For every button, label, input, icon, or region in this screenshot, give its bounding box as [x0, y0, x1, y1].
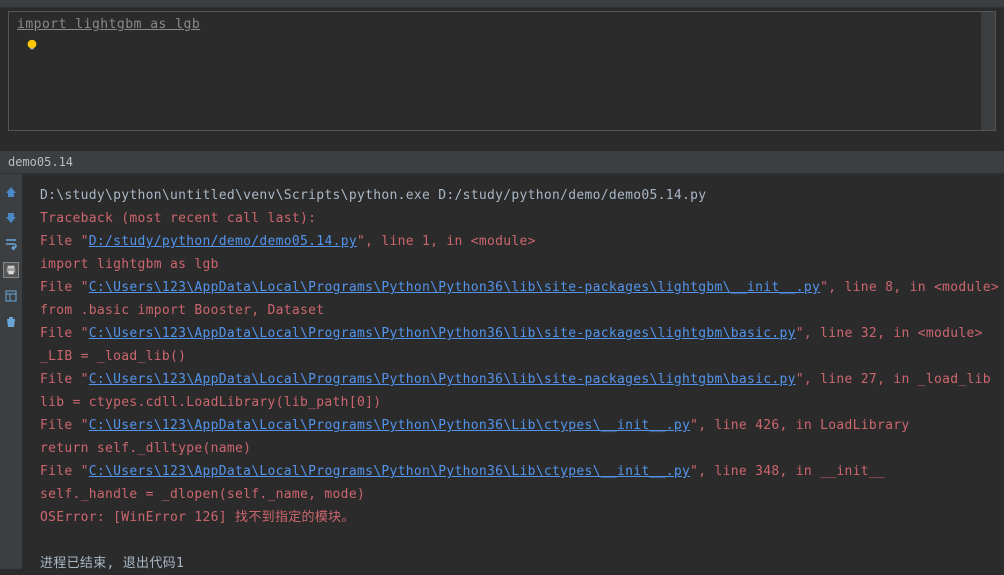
- console-output[interactable]: D:\study\python\untitled\venv\Scripts\py…: [22, 174, 1004, 569]
- traceback-code: from .basic import Booster, Dataset: [40, 299, 986, 322]
- code-editor[interactable]: import lightgbm as lgb: [8, 11, 996, 131]
- print-icon[interactable]: [3, 262, 19, 278]
- file-link[interactable]: D:/study/python/demo/demo05.14.py: [89, 234, 357, 249]
- traceback-header: Traceback (most recent call last):: [40, 207, 986, 230]
- traceback-code: self._handle = _dlopen(self._name, mode): [40, 483, 986, 506]
- file-link[interactable]: C:\Users\123\AppData\Local\Programs\Pyth…: [89, 326, 796, 341]
- console-command: D:\study\python\untitled\venv\Scripts\py…: [40, 184, 986, 207]
- run-tab-bar: demo05.14: [0, 151, 1004, 174]
- top-toolbar: [0, 0, 1004, 8]
- file-link[interactable]: C:\Users\123\AppData\Local\Programs\Pyth…: [89, 280, 820, 295]
- trash-icon[interactable]: [3, 314, 19, 330]
- editor-scrollbar[interactable]: [981, 12, 995, 130]
- traceback-frame: File "C:\Users\123\AppData\Local\Program…: [40, 322, 986, 345]
- traceback-frame: File "C:\Users\123\AppData\Local\Program…: [40, 368, 986, 391]
- code-line[interactable]: import lightgbm as lgb: [17, 17, 987, 32]
- file-link[interactable]: C:\Users\123\AppData\Local\Programs\Pyth…: [89, 464, 690, 479]
- traceback-frame: File "C:\Users\123\AppData\Local\Program…: [40, 276, 986, 299]
- scroll-down-icon[interactable]: [3, 210, 19, 226]
- traceback-frame: File "D:/study/python/demo/demo05.14.py"…: [40, 230, 986, 253]
- traceback-code: lib = ctypes.cdll.LoadLibrary(lib_path[0…: [40, 391, 986, 414]
- traceback-code: import lightgbm as lgb: [40, 253, 986, 276]
- layout-icon[interactable]: [3, 288, 19, 304]
- run-tab-label[interactable]: demo05.14: [8, 155, 73, 169]
- traceback-frame: File "C:\Users\123\AppData\Local\Program…: [40, 414, 986, 437]
- console-gutter: [0, 174, 22, 569]
- traceback-frame: File "C:\Users\123\AppData\Local\Program…: [40, 460, 986, 483]
- file-link[interactable]: C:\Users\123\AppData\Local\Programs\Pyth…: [89, 372, 796, 387]
- error-line: OSError: [WinError 126] 找不到指定的模块。: [40, 506, 986, 529]
- traceback-code: _LIB = _load_lib(): [40, 345, 986, 368]
- exit-line: 进程已结束, 退出代码1: [40, 552, 986, 569]
- wrap-icon[interactable]: [3, 236, 19, 252]
- blank-line: [40, 529, 986, 552]
- lightbulb-icon[interactable]: [25, 38, 39, 52]
- traceback-code: return self._dlltype(name): [40, 437, 986, 460]
- file-link[interactable]: C:\Users\123\AppData\Local\Programs\Pyth…: [89, 418, 690, 433]
- scroll-up-icon[interactable]: [3, 184, 19, 200]
